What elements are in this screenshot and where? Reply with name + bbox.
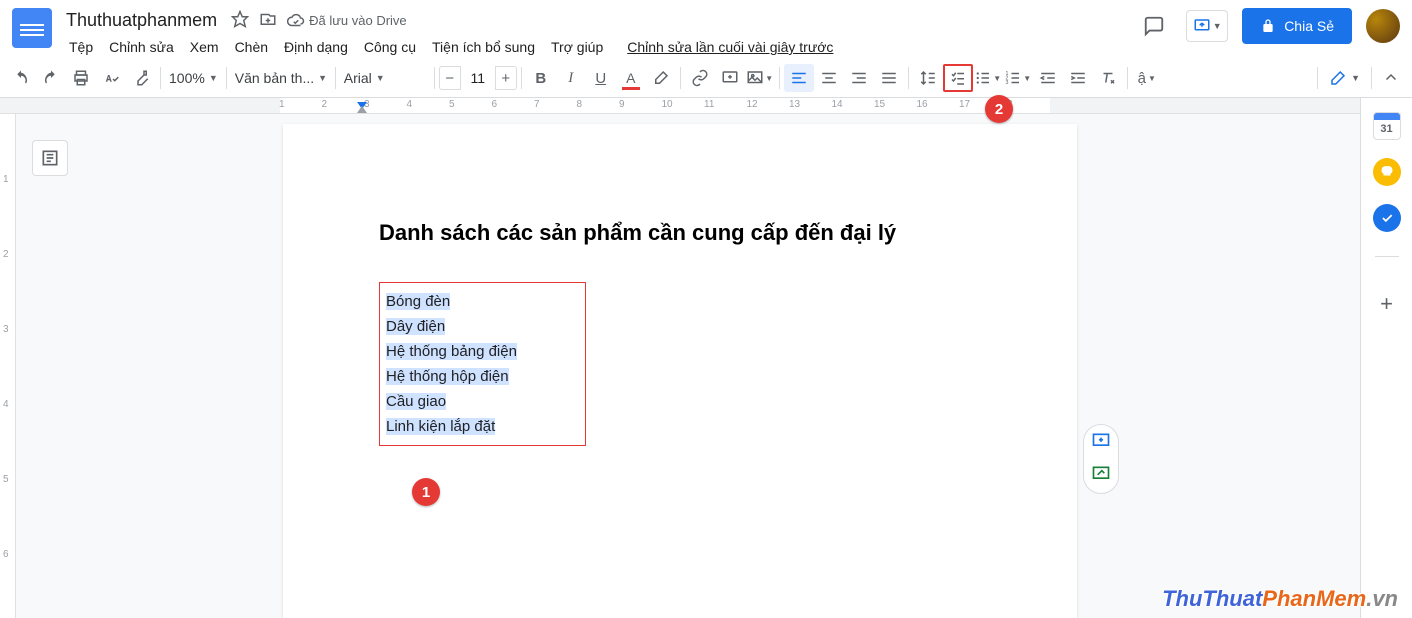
vertical-ruler[interactable]: 123456 xyxy=(0,114,16,618)
outline-toggle[interactable] xyxy=(32,140,68,176)
numbered-list-button[interactable]: 123▼ xyxy=(1003,64,1033,92)
paragraph-style-dropdown[interactable]: Văn bản th...▼ xyxy=(231,65,331,91)
list-item[interactable]: Cầu giao xyxy=(386,393,446,410)
document-heading: Danh sách các sản phẩm cần cung cấp đến … xyxy=(379,220,981,246)
insert-link-button[interactable] xyxy=(685,64,715,92)
increase-indent-button[interactable] xyxy=(1063,64,1093,92)
share-button[interactable]: Chia Sẻ xyxy=(1242,8,1352,44)
horizontal-ruler[interactable]: 123456789101112131415161718 xyxy=(0,98,1360,114)
header-bar: Thuthuatphanmem Đã lưu vào Drive Tệp Chỉ… xyxy=(0,0,1412,59)
keep-app-icon[interactable] xyxy=(1373,158,1401,186)
insert-comment-button[interactable] xyxy=(715,64,745,92)
tasks-app-icon[interactable] xyxy=(1373,204,1401,232)
annotation-badge-1: 1 xyxy=(412,478,440,506)
present-button[interactable]: ▼ xyxy=(1186,10,1228,42)
align-center-button[interactable] xyxy=(814,64,844,92)
font-dropdown[interactable]: Arial▼ xyxy=(340,65,430,91)
selected-text-block: Bóng đèn Dây điện Hệ thống bảng điện Hệ … xyxy=(379,282,586,446)
list-item[interactable]: Dây điện xyxy=(386,318,445,335)
cloud-saved-status: Đã lưu vào Drive xyxy=(287,12,407,30)
align-right-button[interactable] xyxy=(844,64,874,92)
menu-bar: Tệp Chỉnh sửa Xem Chèn Định dạng Công cụ… xyxy=(62,35,1136,59)
account-avatar[interactable] xyxy=(1366,9,1400,43)
list-item[interactable]: Hệ thống bảng điện xyxy=(386,343,517,360)
add-comment-icon[interactable] xyxy=(1091,431,1111,454)
floating-comment-tools xyxy=(1083,424,1119,494)
menu-tools[interactable]: Công cụ xyxy=(357,35,423,59)
document-page[interactable]: Danh sách các sản phẩm cần cung cấp đến … xyxy=(283,124,1077,618)
annotation-badge-2: 2 xyxy=(985,95,1013,123)
underline-button[interactable]: U xyxy=(586,64,616,92)
font-size-increase[interactable]: + xyxy=(495,66,517,90)
get-addons-icon[interactable]: + xyxy=(1380,291,1393,317)
redo-button[interactable] xyxy=(36,64,66,92)
svg-text:3: 3 xyxy=(1006,80,1009,86)
line-spacing-button[interactable] xyxy=(913,64,943,92)
document-canvas[interactable]: 123456789101112131415161718 123456 Danh … xyxy=(0,98,1360,618)
hide-menus-button[interactable] xyxy=(1376,64,1406,92)
print-button[interactable] xyxy=(66,64,96,92)
star-icon[interactable] xyxy=(231,10,249,31)
suggest-edits-icon[interactable] xyxy=(1091,464,1111,487)
highlight-color-button[interactable] xyxy=(646,64,676,92)
align-justify-button[interactable] xyxy=(874,64,904,92)
list-item[interactable]: Linh kiện lắp đặt xyxy=(386,418,495,435)
menu-help[interactable]: Trợ giúp xyxy=(544,35,610,59)
bulleted-list-button[interactable]: ▼ xyxy=(973,64,1003,92)
toolbar: 100%▼ Văn bản th...▼ Arial▼ − 11 + B I U… xyxy=(6,59,1406,97)
move-icon[interactable] xyxy=(259,10,277,31)
font-size-value[interactable]: 11 xyxy=(461,66,495,90)
menu-file[interactable]: Tệp xyxy=(62,35,100,59)
last-edit-link[interactable]: Chỉnh sửa lần cuối vài giây trước xyxy=(620,35,840,59)
document-title[interactable]: Thuthuatphanmem xyxy=(62,8,221,33)
list-item[interactable]: Hệ thống hộp điện xyxy=(386,368,509,385)
menu-format[interactable]: Định dạng xyxy=(277,35,355,59)
menu-edit[interactable]: Chỉnh sửa xyxy=(102,35,181,59)
editing-mode-button[interactable]: ▼ xyxy=(1322,66,1367,90)
menu-insert[interactable]: Chèn xyxy=(228,35,275,59)
undo-button[interactable] xyxy=(6,64,36,92)
clear-formatting-button[interactable] xyxy=(1093,64,1123,92)
spellcheck-button[interactable] xyxy=(96,64,126,92)
calendar-app-icon[interactable]: 31 xyxy=(1373,112,1401,140)
bold-button[interactable]: B xyxy=(526,64,556,92)
italic-button[interactable]: I xyxy=(556,64,586,92)
watermark: ThuThuatPhanMem.vn xyxy=(1162,586,1398,612)
insert-image-button[interactable]: ▼ xyxy=(745,64,775,92)
text-color-button[interactable]: A xyxy=(616,64,646,92)
menu-addons[interactable]: Tiện ích bổ sung xyxy=(425,35,542,59)
comments-history-icon[interactable] xyxy=(1136,8,1172,44)
font-size-decrease[interactable]: − xyxy=(439,66,461,90)
checklist-button[interactable] xyxy=(943,64,973,92)
align-left-button[interactable] xyxy=(784,64,814,92)
decrease-indent-button[interactable] xyxy=(1033,64,1063,92)
zoom-dropdown[interactable]: 100%▼ xyxy=(165,65,222,91)
input-tools-button[interactable]: ậ▼ xyxy=(1132,64,1162,92)
list-item[interactable]: Bóng đèn xyxy=(386,293,450,310)
docs-logo[interactable] xyxy=(12,8,52,48)
side-panel: 31 + xyxy=(1360,98,1412,618)
paint-format-button[interactable] xyxy=(126,64,156,92)
menu-view[interactable]: Xem xyxy=(183,35,226,59)
